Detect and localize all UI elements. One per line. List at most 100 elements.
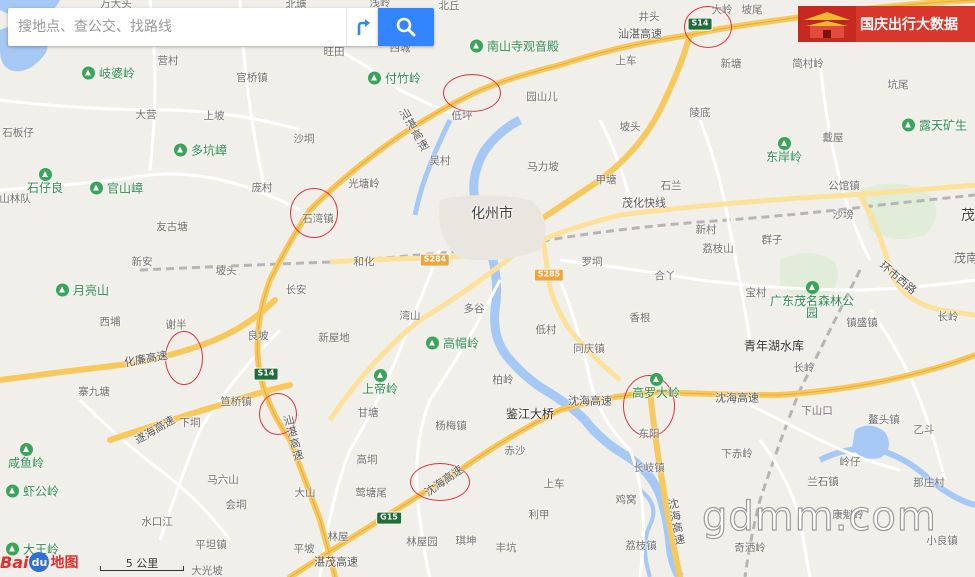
poi-label[interactable]: 鉴江大桥 [506, 408, 554, 420]
town-label[interactable]: 简村岭 [792, 59, 824, 70]
town-label[interactable]: 石兰 [661, 181, 682, 192]
town-label[interactable]: 马六山 [207, 475, 239, 486]
town-label[interactable]: 新塘 [721, 59, 742, 70]
town-label[interactable]: 山林队 [0, 194, 31, 205]
town-label[interactable]: 坡头 [620, 122, 641, 133]
town-label[interactable]: 浅岭 [370, 0, 391, 8]
city-label-mao[interactable]: 茂 [961, 209, 975, 223]
town-label[interactable]: 荔枝镇 [625, 541, 657, 552]
baidu-map-logo[interactable]: Bai du 地图 [0, 552, 78, 572]
poi-qiposling[interactable]: 岐婆岭 [82, 66, 135, 80]
poi-gaoluodaling[interactable]: 高罗大岭 [632, 373, 680, 399]
poi-xiagongling[interactable]: 虾公岭 [6, 484, 59, 498]
town-label[interactable]: 谢半 [166, 320, 187, 331]
town-label[interactable]: 长岭 [938, 312, 959, 323]
town-label[interactable]: 马力坡 [527, 162, 559, 173]
poi-xianyuling[interactable]: 咸鱼岭 [8, 443, 44, 469]
poi-gaomaoling[interactable]: 高帽岭 [426, 336, 479, 350]
poi-dongnanling[interactable]: 东岸岭 [766, 137, 802, 163]
town-label[interactable]: 和化 [354, 257, 375, 268]
town-label[interactable]: 公馆镇 [828, 181, 860, 192]
town-label[interactable]: 坡尾 [742, 5, 763, 16]
town-label[interactable]: 水口江 [141, 517, 173, 528]
town-label[interactable]: 多谷 [464, 304, 485, 315]
town-label[interactable]: 高垌 [357, 455, 378, 466]
town-label[interactable]: 石湾镇 [302, 214, 334, 225]
town-label[interactable]: 低村 [536, 325, 557, 336]
town-label[interactable]: 群子 [762, 235, 783, 246]
town-label[interactable]: 沙垌 [294, 134, 315, 145]
town-label[interactable]: 荔枝山 [702, 244, 734, 255]
town-label[interactable]: 坡头 [216, 266, 237, 277]
town-label[interactable]: 会垌 [226, 500, 247, 511]
poi-shangdiling[interactable]: 上帝岭 [362, 369, 398, 395]
town-label[interactable]: 良坡 [248, 331, 269, 342]
town-label[interactable]: 西埔 [100, 317, 121, 328]
town-label[interactable]: 合丫 [655, 271, 676, 282]
directions-button[interactable] [346, 8, 379, 46]
poi-nanshansi[interactable]: 南山寺观音殿 [470, 39, 559, 53]
town-label[interactable]: 湾山 [400, 311, 421, 322]
town-label[interactable]: 奇洒岭 [734, 543, 766, 554]
town-label[interactable]: 新屋地 [318, 333, 350, 344]
town-label[interactable]: 下赤岭 [721, 449, 753, 460]
town-label[interactable]: 长岭 [794, 363, 815, 374]
town-label[interactable]: 甘塘 [358, 408, 379, 419]
town-label[interactable]: 大光坡 [191, 566, 223, 577]
town-label[interactable]: 镇盛镇 [846, 318, 878, 329]
town-label[interactable]: 同庆镇 [573, 344, 605, 355]
town-label[interactable]: 平坡 [294, 544, 315, 555]
town-label[interactable]: 罗垌 [582, 257, 603, 268]
promo-banner[interactable]: 国庆出行大数据 [798, 6, 975, 42]
poi-senlingongyuan[interactable]: 广东茂名森林公园 [767, 281, 857, 319]
town-label[interactable]: 上车 [616, 56, 637, 67]
town-label[interactable]: 莺塘尾 [355, 488, 387, 499]
town-label[interactable]: 营村 [158, 56, 179, 67]
town-label[interactable]: 鸡窝 [616, 495, 637, 506]
town-label[interactable]: 石板仔 [2, 128, 34, 139]
town-label[interactable]: 井头 [639, 12, 660, 23]
town-label[interactable]: 林屋 [328, 532, 349, 543]
town-label[interactable]: 杨梅镇 [435, 421, 467, 432]
town-label[interactable]: 大山 [295, 488, 316, 499]
town-label[interactable]: 戴屋 [823, 133, 844, 144]
town-label[interactable]: 寨九塘 [78, 387, 110, 398]
town-label[interactable]: 下垌 [180, 418, 201, 429]
town-label[interactable]: 光塘岭 [348, 179, 380, 190]
town-label[interactable]: 柏岭 [493, 375, 514, 386]
town-label[interactable]: 北丘 [439, 1, 460, 12]
poi-guanshanzhang[interactable]: 官山嶂 [90, 181, 143, 195]
city-label-huazhou[interactable]: 化州市 [471, 207, 513, 221]
town-label[interactable]: 园山儿 [526, 92, 558, 103]
town-label[interactable]: 低坪 [452, 111, 473, 122]
town-label[interactable]: 林屋园 [406, 537, 438, 548]
town-label[interactable]: 上坡 [204, 111, 225, 122]
town-label[interactable]: 笪桥镇 [220, 397, 252, 408]
town-label[interactable]: 大营 [136, 110, 157, 121]
town-label[interactable]: 香根 [630, 313, 651, 324]
search-input[interactable] [8, 18, 340, 36]
town-label[interactable]: 鳌头镇 [868, 415, 900, 426]
town-label[interactable]: 长岐镇 [633, 463, 665, 474]
town-label[interactable]: 上车 [544, 479, 565, 490]
poi-duokengzhang[interactable]: 多坑嶂 [174, 143, 227, 157]
town-label[interactable]: 乙斗 [914, 425, 935, 436]
poi-fuzhuling[interactable]: 付竹岭 [368, 71, 421, 85]
town-label[interactable]: 庞村 [252, 183, 273, 194]
town-label[interactable]: 陵底 [690, 108, 711, 119]
town-label[interactable]: 旺田 [324, 47, 345, 58]
town-label[interactable]: 大岭 [712, 5, 733, 16]
poi-shizaliang[interactable]: 石仔良 [27, 168, 63, 194]
town-label[interactable]: 赤沙 [505, 446, 526, 457]
town-label[interactable]: 沙塝 [833, 210, 854, 221]
town-label[interactable]: 长安 [286, 285, 307, 296]
town-label[interactable]: 官桥镇 [236, 73, 268, 84]
town-label[interactable]: 下山口 [801, 406, 833, 417]
search-button[interactable] [378, 8, 434, 46]
town-label[interactable]: 平坦镇 [195, 540, 227, 551]
town-label[interactable]: 宝村 [746, 288, 767, 299]
town-label[interactable]: 岭仔 [840, 457, 861, 468]
poi-yueliangshan[interactable]: 月亮山 [56, 283, 109, 297]
town-label[interactable]: 利甲 [529, 510, 550, 521]
town-label[interactable]: 友古塘 [156, 222, 188, 233]
